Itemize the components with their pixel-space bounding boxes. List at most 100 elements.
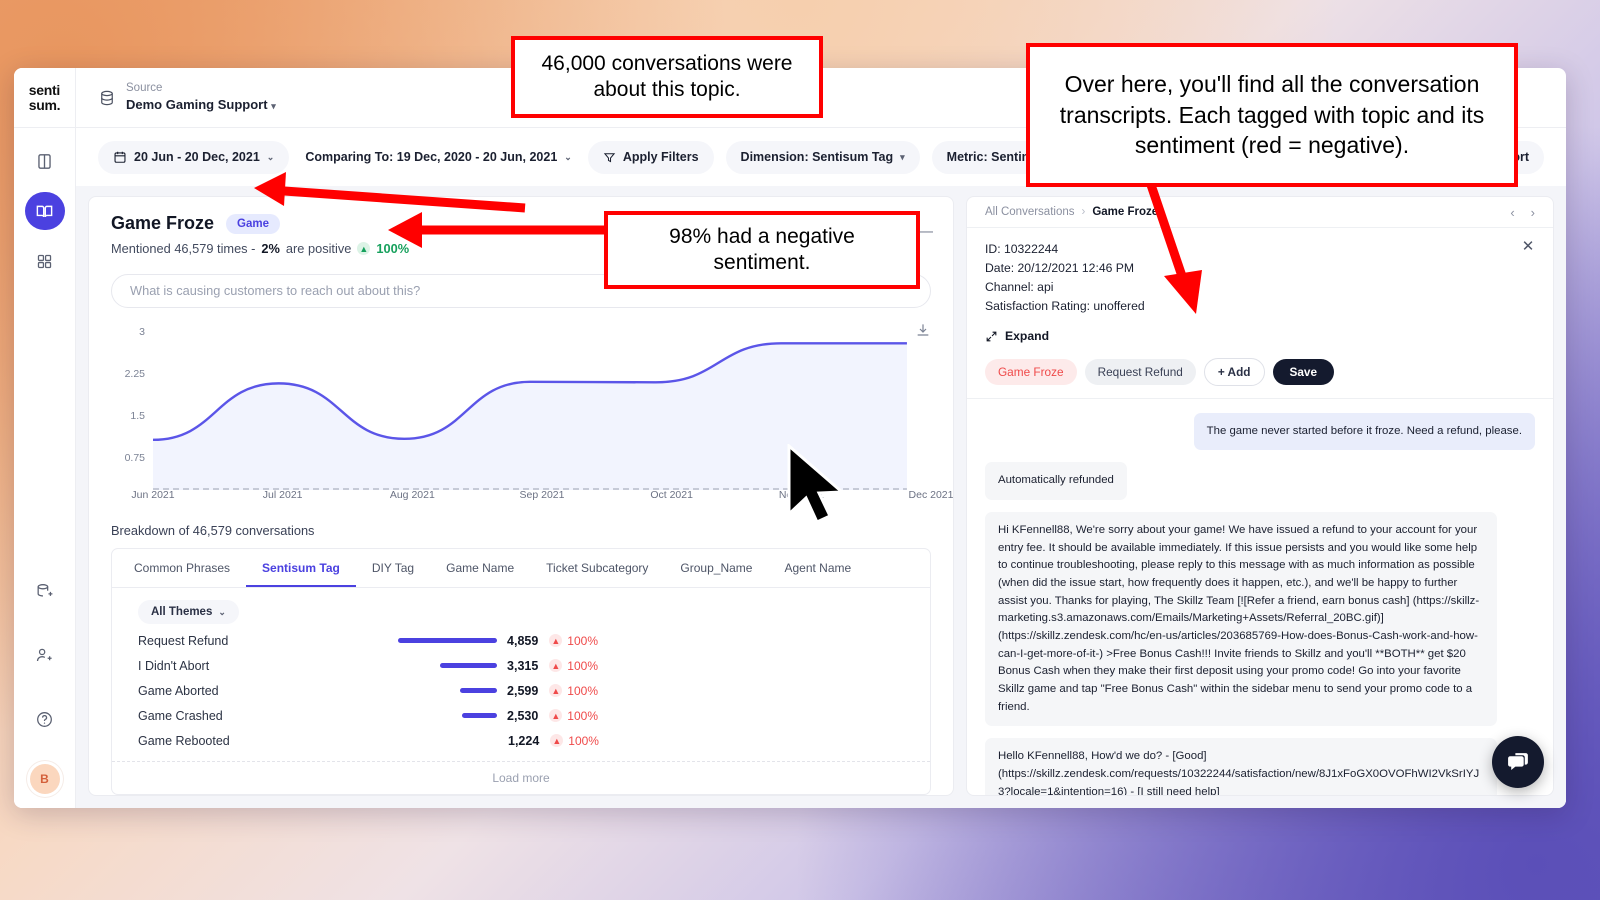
breakdown-bar [462,713,497,718]
support-chat-button[interactable] [1492,736,1544,788]
app-logo[interactable]: senti sum. [14,68,75,128]
breakdown-row-change: ▲100% [549,659,598,673]
chart-plot [153,326,907,490]
chevron-down-icon: ⌄ [218,607,226,618]
breakdown-row-label: I Didn't Abort [138,659,398,673]
table-row[interactable]: Game Aborted2,599▲100% [112,678,930,703]
breakdown-row-label: Game Rebooted [138,734,398,748]
page-title: Game Froze [111,213,214,234]
breakdown-section: Breakdown of 46,579 conversations Common… [111,523,931,795]
sidebar-item-help[interactable] [25,700,65,738]
chart-x-tick: Jun 2021 [131,489,174,501]
user-add-icon [35,646,54,665]
themes-filter[interactable]: All Themes ⌄ [138,600,239,624]
chart-x-tick: Oct 2021 [650,489,693,501]
breakdown-change-value: 100% [567,634,598,648]
apply-filters-button[interactable]: Apply Filters [588,141,714,174]
conversation-tag[interactable]: Game Froze [985,359,1077,385]
save-button[interactable]: Save [1273,359,1335,385]
breakdown-tab[interactable]: Game Name [430,549,530,587]
load-more-button[interactable]: Load more [112,761,930,794]
table-row[interactable]: Request Refund 4,859 ▲ 100% [112,628,930,653]
annotation-callout-1: 46,000 conversations were about this top… [511,36,823,118]
transcript-message: Hi KFennell88, We're sorry about your ga… [985,512,1497,726]
conversation-tags: Game Froze Request Refund + Add Save [967,346,1553,399]
sidebar-item-library[interactable] [25,142,65,180]
dimension-selector[interactable]: Dimension: Sentisum Tag ▾ [726,141,920,174]
conversation-meta: ✕ ID: 10322244 Date: 20/12/2021 12:46 PM… [967,228,1553,346]
conversations-panel: All Conversations › Game Froze ‹ › ✕ ID:… [966,196,1554,796]
breakdown-tab[interactable]: Common Phrases [118,549,246,587]
download-icon[interactable] [915,322,931,338]
avatar[interactable]: B [30,764,60,794]
apply-filters-label: Apply Filters [623,150,699,164]
filter-icon [603,151,616,164]
mentioned-prefix: Mentioned 46,579 times - [111,241,255,256]
chevron-down-icon: ▾ [271,101,276,111]
breakdown-tabs: Common PhrasesSentisum TagDIY TagGame Na… [112,549,930,588]
prev-conversation-icon[interactable]: ‹ [1510,205,1514,220]
left-sidebar: senti sum. [14,68,76,808]
sidebar-nav [25,142,65,280]
source-text-group: Source Demo Gaming Support ▾ [126,81,276,113]
trend-up-icon: ▲ [549,634,562,647]
source-label: Source [126,81,276,97]
chart-x-tick: Jul 2021 [263,489,303,501]
source-value[interactable]: Demo Gaming Support ▾ [126,97,276,114]
breakdown-bar-cell: 1,224 ▲100% [398,734,598,748]
breadcrumb-current: Game Froze [1092,206,1158,218]
breakdown-row-change: ▲100% [550,734,599,748]
breakdown-row-label: Request Refund [138,634,398,648]
transcript-message: Hello KFennell88, How'd we do? - [Good] … [985,738,1497,795]
sidebar-item-add-source[interactable] [25,572,65,610]
sidebar-item-invite-user[interactable] [25,636,65,674]
conversation-tag[interactable]: Request Refund [1085,359,1196,385]
comparing-to-selector[interactable]: Comparing To: 19 Dec, 2020 - 20 Jun, 202… [301,141,576,174]
breakdown-tab[interactable]: DIY Tag [356,549,430,587]
annotation-callout-2: Over here, you'll find all the conversat… [1026,43,1518,187]
breakdown-change-value: 100% [567,709,598,723]
calendar-icon [113,150,127,164]
trend-up-icon: ▲ [549,659,562,672]
breakdown-row-value: 4,859 [507,634,538,648]
close-icon[interactable]: ✕ [1517,236,1539,258]
chat-icon [1506,750,1531,775]
topic-tag-badge: Game [226,214,280,234]
breadcrumb-root[interactable]: All Conversations [985,206,1074,218]
transcript-message: Automatically refunded [985,462,1127,500]
breakdown-tab[interactable]: Sentisum Tag [246,549,356,587]
breadcrumb: All Conversations › Game Froze ‹ › [967,197,1553,228]
conversation-id: ID: 10322244 [985,240,1535,259]
date-range-label: 20 Jun - 20 Dec, 2021 [134,150,260,164]
table-row[interactable]: I Didn't Abort 3,315 ▲100% [112,653,930,678]
breakdown-row-value: 1,224 [508,734,539,748]
breakdown-tab[interactable]: Ticket Subcategory [530,549,664,587]
breakdown-row-value: 3,315 [507,659,538,673]
chart-y-tick: 0.75 [111,452,145,464]
comparing-to-label: Comparing To: 19 Dec, 2020 - 20 Jun, 202… [305,150,557,164]
database-add-icon [35,582,54,601]
next-conversation-icon[interactable]: › [1531,205,1535,220]
table-row[interactable]: Game Rebooted 1,224 ▲100% [112,728,930,753]
breakdown-row-value: 2,599 [507,684,538,698]
breakdown-change-value: 100% [568,734,599,748]
open-book-icon [35,202,54,221]
chevron-down-icon: ⌄ [564,152,572,163]
breakdown-tab[interactable]: Agent Name [768,549,867,587]
date-range-picker[interactable]: 20 Jun - 20 Dec, 2021 ⌄ [98,141,289,174]
positive-percent: 2% [261,241,280,256]
expand-button[interactable]: Expand [985,327,1535,346]
breakdown-tab[interactable]: Group_Name [664,549,768,587]
breakdown-bar-cell: 4,859 ▲ 100% [398,634,598,648]
add-tag-button[interactable]: + Add [1204,358,1265,386]
expand-label: Expand [1005,327,1049,346]
expand-icon [985,330,998,343]
breakdown-bar [440,663,497,668]
table-row[interactable]: Game Crashed2,530▲100% [112,703,930,728]
sidebar-item-apps[interactable] [25,242,65,280]
sidebar-item-insights[interactable] [25,192,65,230]
breakdown-card: Common PhrasesSentisum TagDIY TagGame Na… [111,548,931,795]
logo-line-1: senti [29,83,60,97]
grid-icon [36,253,53,270]
chart-x-tick: Nov 2021 [779,489,824,501]
